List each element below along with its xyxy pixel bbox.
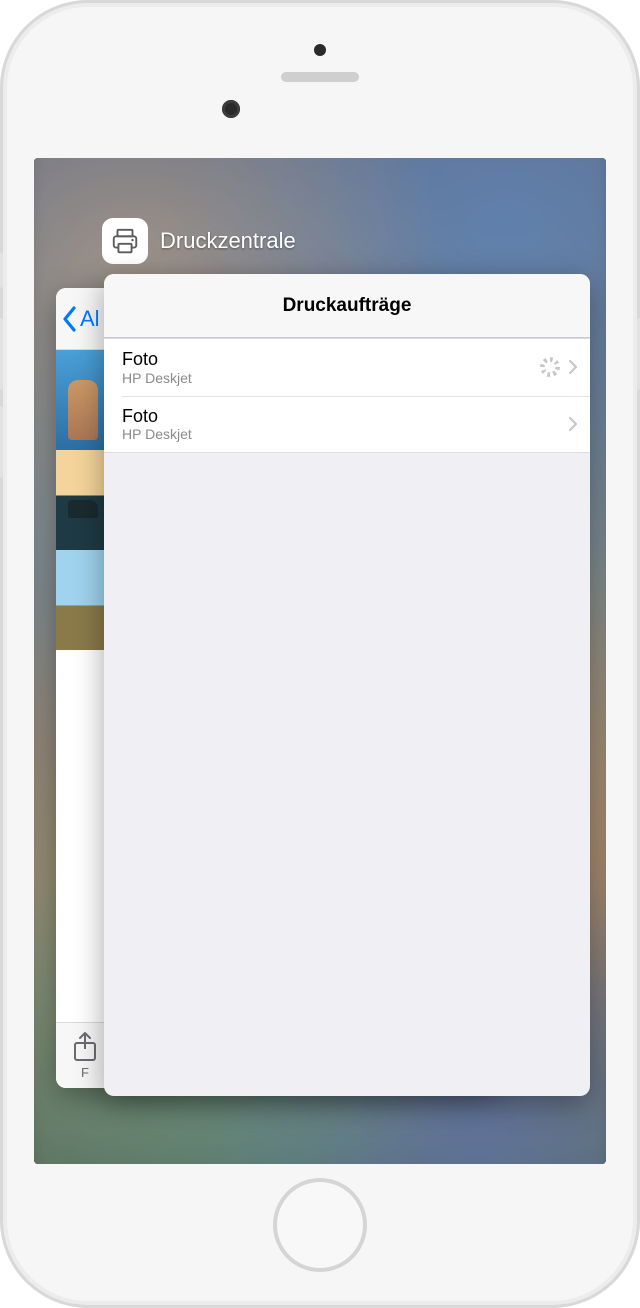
print-job-row[interactable]: Foto HP Deskjet — [104, 396, 590, 453]
mute-switch[interactable] — [0, 252, 3, 288]
print-job-printer: HP Deskjet — [122, 370, 540, 386]
print-job-title: Foto — [122, 406, 568, 427]
print-center-title: Druckaufträge — [283, 295, 412, 317]
speaker-grille — [281, 72, 359, 82]
volume-down-button[interactable] — [0, 406, 3, 478]
chevron-right-icon — [568, 359, 578, 375]
print-job-row[interactable]: Foto HP Deskjet — [104, 339, 590, 396]
print-jobs-list: Foto HP Deskjet Foto HP Deskjet — [104, 338, 590, 453]
printer-icon — [102, 218, 148, 264]
share-icon — [72, 1031, 98, 1063]
chevron-right-icon — [568, 416, 578, 432]
chevron-left-icon — [62, 306, 78, 332]
iphone-device-frame: Druckzentrale Al — [0, 0, 640, 1308]
app-switcher-card-print-center[interactable]: Druckaufträge Foto HP Deskjet Foto — [104, 274, 590, 1096]
app-switcher-app-name: Druckzentrale — [160, 228, 296, 254]
photos-back-button[interactable]: Al — [62, 306, 100, 332]
share-label: F — [81, 1065, 89, 1080]
front-camera — [222, 100, 240, 118]
screen: Druckzentrale Al — [34, 158, 606, 1164]
app-switcher-label: Druckzentrale — [102, 218, 296, 264]
print-job-title: Foto — [122, 349, 540, 370]
print-center-nav-bar: Druckaufträge — [104, 274, 590, 338]
print-job-printer: HP Deskjet — [122, 426, 568, 442]
loading-spinner-icon — [540, 357, 560, 377]
volume-up-button[interactable] — [0, 318, 3, 390]
photos-back-label: Al — [80, 306, 100, 332]
proximity-sensor — [314, 44, 326, 56]
home-button[interactable] — [273, 1178, 367, 1272]
share-button[interactable]: F — [72, 1031, 98, 1080]
